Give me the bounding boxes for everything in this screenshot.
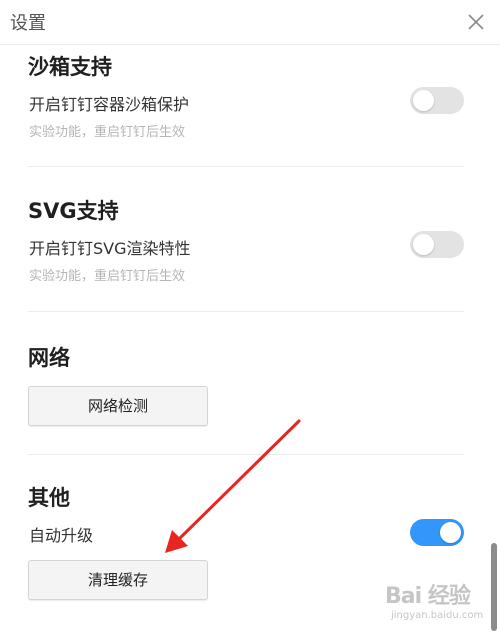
sandbox-toggle-label: 开启钉钉容器沙箱保护 bbox=[29, 95, 190, 114]
section-title-sandbox: 沙箱支持 bbox=[28, 55, 112, 79]
divider bbox=[28, 454, 464, 455]
network-check-button[interactable]: 网络检测 bbox=[28, 386, 208, 426]
watermark: Bai 经验 jingyan.baidu.com bbox=[385, 578, 497, 628]
watermark-url: jingyan.baidu.com bbox=[391, 610, 484, 621]
close-icon[interactable] bbox=[466, 12, 486, 32]
clear-cache-button[interactable]: 清理缓存 bbox=[28, 560, 208, 600]
svg-toggle-label: 开启钉钉SVG渲染特性 bbox=[29, 239, 191, 258]
svg-hint: 实验功能，重启钉钉后生效 bbox=[29, 269, 186, 284]
watermark-logo: Bai 经验 bbox=[385, 584, 471, 609]
title-bar: 设置 bbox=[0, 0, 500, 45]
svg-toggle[interactable] bbox=[410, 231, 464, 258]
window-title: 设置 bbox=[10, 13, 46, 34]
divider bbox=[28, 311, 464, 312]
toggle-knob bbox=[413, 90, 434, 111]
sandbox-toggle[interactable] bbox=[410, 87, 464, 114]
divider bbox=[28, 166, 464, 167]
section-title-other: 其他 bbox=[28, 486, 70, 510]
settings-content: 沙箱支持 开启钉钉容器沙箱保护 实验功能，重启钉钉后生效 SVG支持 开启钉钉S… bbox=[0, 45, 500, 631]
sandbox-hint: 实验功能，重启钉钉后生效 bbox=[29, 125, 186, 140]
section-title-network: 网络 bbox=[28, 346, 70, 370]
toggle-knob bbox=[440, 522, 461, 543]
section-title-svg: SVG支持 bbox=[28, 199, 119, 223]
toggle-knob bbox=[413, 234, 434, 255]
settings-window: 设置 沙箱支持 开启钉钉容器沙箱保护 实验功能，重启钉钉后生效 SVG支持 开启… bbox=[0, 0, 500, 631]
auto-upgrade-label: 自动升级 bbox=[29, 526, 94, 545]
auto-upgrade-toggle[interactable] bbox=[410, 519, 464, 546]
